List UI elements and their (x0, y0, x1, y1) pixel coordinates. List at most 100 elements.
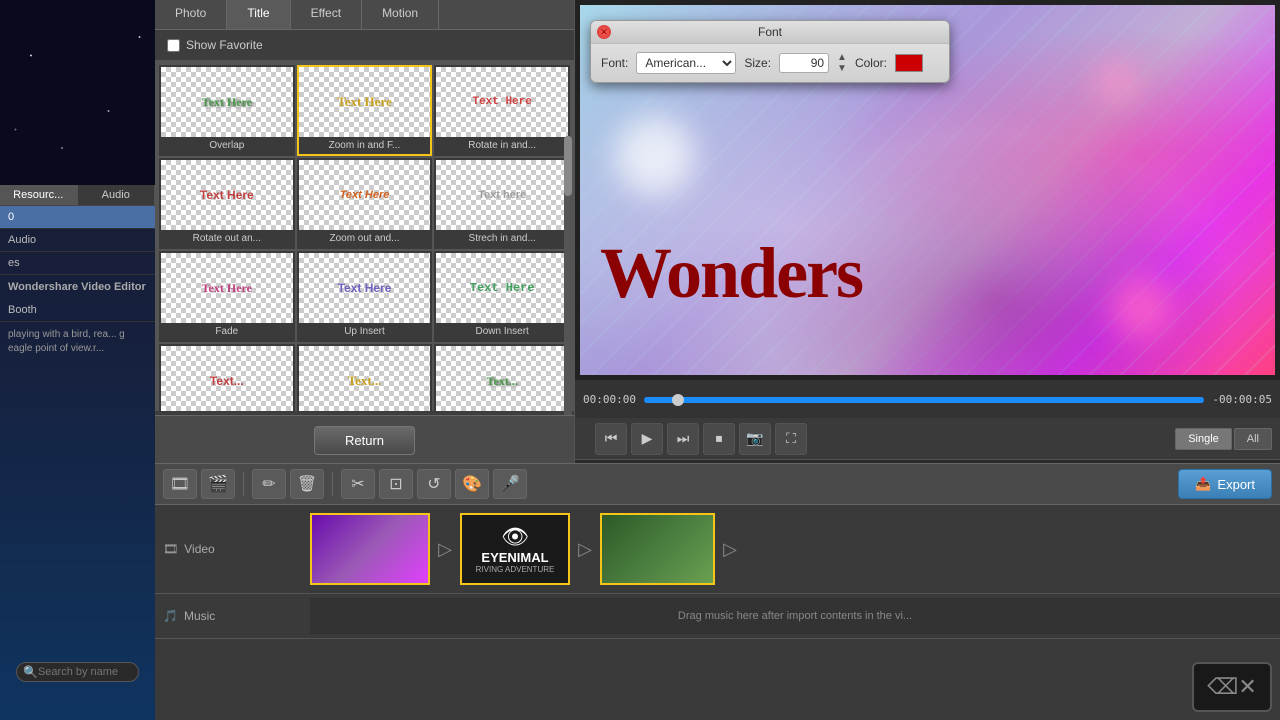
app-label: Wondershare Video Editor (0, 275, 155, 299)
tab-effect[interactable]: Effect (291, 0, 362, 29)
rotate-button[interactable]: ↺ (417, 469, 451, 499)
font-dialog-title-text: Font (758, 25, 782, 39)
title-overlay-extra2: Text... (299, 346, 431, 411)
transition-1[interactable]: ▷ (430, 513, 460, 585)
orb-white (615, 116, 695, 196)
video-button[interactable]: 🎬 (201, 469, 235, 499)
title-overlay-zoom-in: Text Here (299, 67, 431, 137)
timeline-controls: 00:00:00 -00:00:05 (575, 380, 1280, 420)
title-item-extra3[interactable]: Text... (434, 344, 570, 411)
tab-photo[interactable]: Photo (155, 0, 227, 29)
video-track-text: Video (184, 542, 214, 556)
search-input[interactable] (38, 666, 132, 678)
delete-button[interactable]: 🗑 (290, 469, 324, 499)
toolbar-separator-1 (243, 472, 244, 496)
video-track-content: ▷ 👁 EYENIMAL RIVING ADVENTURE ▷ ▷ (310, 509, 1280, 589)
title-thumb-extra1: Text... (161, 346, 293, 411)
tab-motion[interactable]: Motion (362, 0, 439, 29)
title-item-overlap[interactable]: Text Here Overlap (159, 65, 295, 156)
transition-2[interactable]: ▷ (570, 513, 600, 585)
transition-3[interactable]: ▷ (715, 513, 745, 585)
bottom-delete-button[interactable]: ⌫✕ (1192, 662, 1272, 712)
skip-forward-button[interactable]: ⏭ (667, 423, 699, 455)
scroll-thumb[interactable] (564, 136, 572, 196)
screenshot-button[interactable]: 📷 (739, 423, 771, 455)
font-dialog-close-button[interactable]: ✕ (597, 25, 611, 39)
preview-wonders-text: Wonders (580, 232, 1275, 315)
title-label-up-insert: Up Insert (299, 323, 431, 340)
orb-pink2 (1096, 61, 1136, 101)
title-item-fade[interactable]: Text Here Fade (159, 251, 295, 342)
sidebar-tab-audio[interactable]: Audio (78, 185, 156, 205)
video-clip-eyenimal[interactable]: 👁 EYENIMAL RIVING ADVENTURE (460, 513, 570, 585)
size-label: Size: (744, 56, 771, 70)
eyenimal-logo-text: EYENIMAL (476, 550, 555, 565)
skip-back-button[interactable]: ⏮ (595, 423, 627, 455)
sidebar-menu-item-es[interactable]: es (0, 252, 155, 275)
progress-handle[interactable] (672, 394, 684, 406)
color-swatch[interactable] (895, 54, 923, 72)
search-bar[interactable]: 🔍 (16, 662, 139, 682)
edit-button[interactable]: ✏ (252, 469, 286, 499)
show-favorite-label: Show Favorite (186, 38, 263, 52)
export-button[interactable]: 📤 Export (1178, 469, 1272, 499)
title-item-zoom-out[interactable]: Text Here Zoom out and... (297, 158, 433, 249)
sidebar-tab-0[interactable]: Resourc... (0, 185, 78, 205)
title-item-extra1[interactable]: Text... (159, 344, 295, 411)
scrollbar[interactable] (564, 136, 572, 436)
video-clip-green[interactable] (600, 513, 715, 585)
delete-icon: ⌫✕ (1207, 674, 1257, 700)
video-clip-purple[interactable] (310, 513, 430, 585)
title-thumb-up-insert: Text Here (299, 253, 431, 323)
title-grid: Text Here Overlap Text Here Zoom in and … (155, 61, 574, 411)
music-track-text: Music (184, 609, 215, 623)
single-button[interactable]: Single (1175, 428, 1232, 450)
export-label: Export (1217, 477, 1255, 492)
video-track-label: 🎞 Video (155, 538, 310, 560)
title-overlay-extra1: Text... (161, 346, 293, 411)
film-strip-button[interactable]: 🎞 (163, 469, 197, 499)
title-item-rotate-out[interactable]: Text Here Rotate out an... (159, 158, 295, 249)
title-item-up-insert[interactable]: Text Here Up Insert (297, 251, 433, 342)
scissors-button[interactable]: ✂ (341, 469, 375, 499)
title-overlay-up-insert: Text Here (299, 253, 431, 323)
sidebar-menu-item-0[interactable]: 0 (0, 206, 155, 229)
title-item-extra2[interactable]: Text... (297, 344, 433, 411)
title-label-rotate-in: Rotate in and... (436, 137, 568, 154)
font-size-input[interactable] (779, 53, 829, 73)
progress-bar[interactable] (644, 397, 1204, 403)
all-button[interactable]: All (1234, 428, 1272, 450)
title-item-rotate-in[interactable]: Text Here Rotate in and... (434, 65, 570, 156)
return-button[interactable]: Return (314, 426, 415, 455)
title-thumb-extra2: Text... (299, 346, 431, 411)
font-size-stepper-up[interactable]: ▲▼ (837, 52, 847, 74)
title-label-down-insert: Down Insert (436, 323, 568, 340)
title-item-down-insert[interactable]: Text Here Down Insert (434, 251, 570, 342)
play-button[interactable]: ▶ (631, 423, 663, 455)
music-track-content: Drag music here after import contents in… (310, 598, 1280, 634)
sidebar-menu-item-booth[interactable]: Booth (0, 299, 155, 322)
color-button[interactable]: 🎨 (455, 469, 489, 499)
audio-button[interactable]: 🎤 (493, 469, 527, 499)
title-item-stretch[interactable]: Text here Strech in and... (434, 158, 570, 249)
title-thumb-down-insert: Text Here (436, 253, 568, 323)
tab-title[interactable]: Title (227, 0, 290, 29)
title-overlay-zoom-out: Text Here (299, 160, 431, 230)
title-overlay-rotate-in: Text Here (436, 67, 568, 137)
crop-button[interactable]: ⊡ (379, 469, 413, 499)
eyenimal-eye-icon: 👁 (476, 524, 555, 550)
show-favorite-checkbox[interactable] (167, 39, 180, 52)
font-select[interactable]: American... (636, 52, 736, 74)
title-thumb-zoom-in: Text Here (299, 67, 431, 137)
font-dialog: ✕ Font Font: American... Size: ▲▼ Color: (590, 20, 950, 83)
sidebar-menu-item-audio[interactable]: Audio (0, 229, 155, 252)
search-icon: 🔍 (23, 665, 38, 679)
fullscreen-button[interactable]: ⛶ (775, 423, 807, 455)
title-label-fade: Fade (161, 323, 293, 340)
title-thumb-rotate-out: Text Here (161, 160, 293, 230)
stop-button[interactable]: ⏹ (703, 423, 735, 455)
title-item-zoom-in[interactable]: Text Here Zoom in and F... (297, 65, 433, 156)
eyenimal-subtitle: RIVING ADVENTURE (476, 565, 555, 574)
title-overlay-stretch: Text here (436, 160, 568, 230)
timecode-right: -00:00:05 (1204, 393, 1280, 406)
